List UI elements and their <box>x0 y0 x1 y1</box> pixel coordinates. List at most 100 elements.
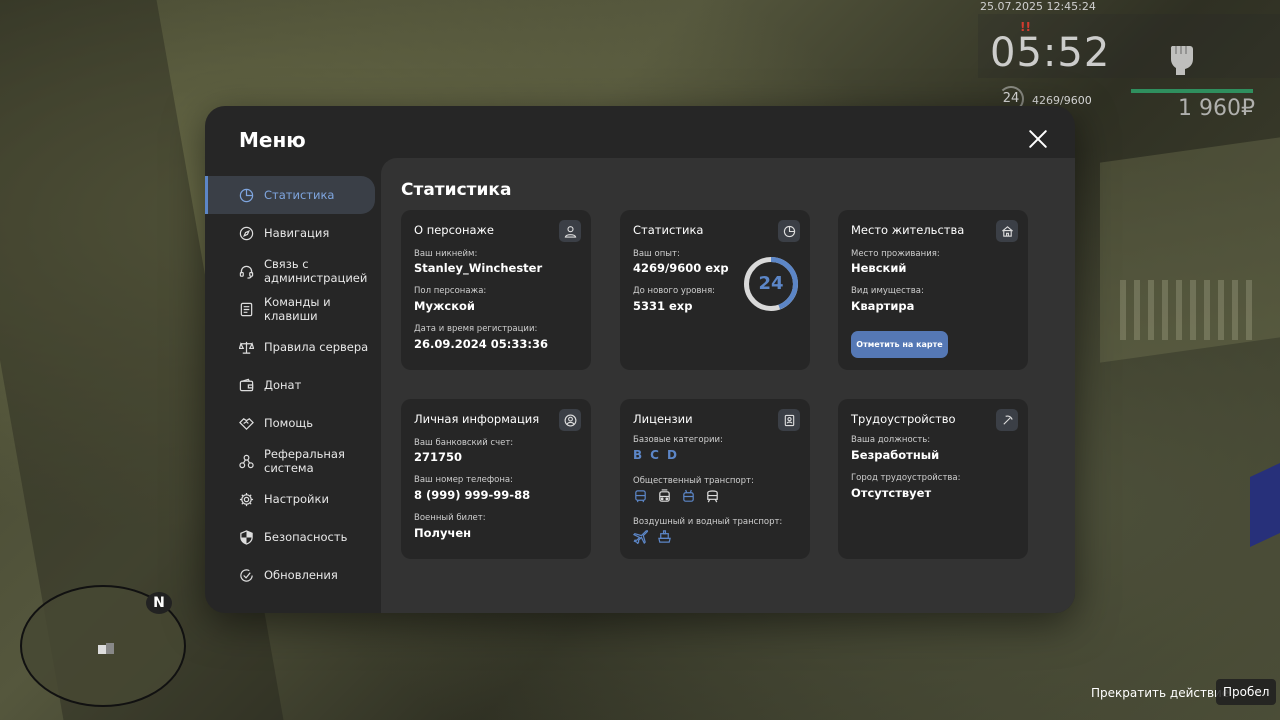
handshake-icon <box>239 416 254 431</box>
trolleybus-icon <box>683 489 694 502</box>
exp-label: Ваш опыт: <box>633 249 680 259</box>
card-stats: Статистика Ваш опыт: 4269/9600 exp До но… <box>620 210 810 370</box>
card-employment: Трудоустройство Ваша должность: Безработ… <box>838 399 1028 559</box>
public-transport-label: Общественный транспорт: <box>633 476 754 486</box>
bus-icon <box>635 490 646 503</box>
sidebar-item-label: Команды и клавиши <box>264 295 331 323</box>
military-label: Военный билет: <box>414 513 486 523</box>
sidebar-item-referral[interactable]: Реферальная система <box>205 442 381 480</box>
hud-datetime: 25.07.2025 12:45:24 <box>980 0 1096 13</box>
compass-icon <box>239 226 254 241</box>
house-icon <box>996 220 1018 242</box>
sidebar-item-label: Навигация <box>264 226 330 240</box>
air-water-transport-label: Воздушный и водный транспорт: <box>633 517 783 527</box>
card-title: Личная информация <box>414 412 540 426</box>
minimap-north-label: N <box>146 592 172 614</box>
menu-title: Меню <box>239 128 306 152</box>
card-residence: Место жительства Место проживания: Невск… <box>838 210 1028 370</box>
license-category-d: D <box>666 448 677 462</box>
stop-action-label: Прекратить действие <box>1091 686 1230 700</box>
ship-icon <box>658 530 671 543</box>
card-title: Место жительства <box>851 223 965 237</box>
sidebar-item-label: Реферальная система <box>264 447 345 475</box>
gender-label: Пол персонажа: <box>414 286 487 296</box>
license-category-b: B <box>633 448 643 462</box>
sidebar-item-statistics[interactable]: Статистика <box>205 176 375 214</box>
user-icon <box>559 220 581 242</box>
sidebar-item-label: Обновления <box>264 568 338 582</box>
property-value: Квартира <box>851 299 915 313</box>
place-value: Невский <box>851 261 907 275</box>
pie-chart-icon <box>778 220 800 242</box>
phone-label: Ваш номер телефона: <box>414 475 513 485</box>
menu-window: Меню Статистика Навигация Связь с админи… <box>205 106 1075 613</box>
next-level-value: 5331 exp <box>633 299 693 313</box>
level-value: 24 <box>758 273 784 294</box>
nickname-label: Ваш никнейм: <box>414 249 478 259</box>
military-value: Получен <box>414 526 472 540</box>
airplane-icon <box>633 530 648 544</box>
card-title: Трудоустройство <box>851 412 956 426</box>
position-label: Ваша должность: <box>851 435 931 445</box>
sidebar-item-admin-contact[interactable]: Связь с администрацией <box>205 252 381 290</box>
next-level-label: До нового уровня: <box>633 286 716 296</box>
position-value: Безработный <box>851 448 940 462</box>
hud-money: 1 960₽ <box>1178 96 1255 121</box>
sidebar-item-label: Безопасность <box>264 530 348 544</box>
shield-icon <box>239 529 254 545</box>
pickaxe-icon <box>996 409 1018 431</box>
hud-game-time: 05:52 <box>990 30 1111 76</box>
fist-icon <box>1170 46 1193 75</box>
card-character: О персонаже Ваш никнейм: Stanley_Winches… <box>401 210 591 370</box>
employment-city-label: Город трудоустройства: <box>851 473 961 483</box>
card-licenses: Лицензии Базовые категории: B C D Общест… <box>620 399 810 559</box>
base-categories-label: Базовые категории: <box>633 435 723 445</box>
exp-value: 4269/9600 exp <box>633 261 729 275</box>
user-circle-icon <box>559 409 581 431</box>
sidebar-item-label: Настройки <box>264 492 329 506</box>
sidebar: Статистика Навигация Связь с администрац… <box>205 176 381 594</box>
sidebar-item-label: Связь с администрацией <box>264 257 368 285</box>
sidebar-item-label: Донат <box>264 378 302 392</box>
document-icon <box>239 302 254 317</box>
registration-label: Дата и время регистрации: <box>414 324 538 334</box>
sidebar-item-server-rules[interactable]: Правила сервера <box>205 328 381 366</box>
minimap-player-marker-icon <box>98 643 114 654</box>
sidebar-item-navigation[interactable]: Навигация <box>205 214 381 252</box>
gear-icon <box>239 492 254 507</box>
gender-value: Мужской <box>414 299 475 313</box>
bank-value: 271750 <box>414 450 463 464</box>
nickname-value: Stanley_Winchester <box>414 261 543 275</box>
sidebar-item-label: Статистика <box>264 188 335 202</box>
id-card-icon <box>778 409 800 431</box>
wallet-icon <box>239 378 254 393</box>
hud-health-bar <box>1131 89 1253 93</box>
close-icon[interactable] <box>1027 128 1049 150</box>
mark-on-map-button[interactable]: Отметить на карте <box>851 331 948 358</box>
phone-value: 8 (999) 999-99-88 <box>414 488 531 502</box>
world-radiator <box>1120 280 1260 340</box>
sidebar-item-security[interactable]: Безопасность <box>205 518 381 556</box>
sidebar-item-label: Правила сервера <box>264 340 369 354</box>
check-circle-icon <box>239 568 254 583</box>
hud: 25.07.2025 12:45:24 !! 05:52 24 4269/960… <box>978 0 1280 121</box>
employment-city-value: Отсутствует <box>851 486 932 500</box>
content-title: Статистика <box>401 180 512 200</box>
card-personal: Личная информация Ваш банковский счет: 2… <box>401 399 591 559</box>
registration-value: 26.09.2024 05:33:36 <box>414 337 548 351</box>
license-categories: B C D <box>633 448 677 462</box>
scales-icon <box>239 340 254 355</box>
network-icon <box>239 454 254 469</box>
sidebar-item-settings[interactable]: Настройки <box>205 480 381 518</box>
sidebar-item-help[interactable]: Помощь <box>205 404 381 442</box>
card-title: О персонаже <box>414 223 494 237</box>
subway-icon <box>707 490 718 503</box>
space-key-button[interactable]: Пробел <box>1216 679 1277 705</box>
card-title: Лицензии <box>633 412 693 426</box>
headset-icon <box>239 264 254 279</box>
world-object <box>1250 463 1280 547</box>
sidebar-item-donate[interactable]: Донат <box>205 366 381 404</box>
sidebar-item-updates[interactable]: Обновления <box>205 556 381 594</box>
air-water-transport-icons <box>633 529 672 544</box>
sidebar-item-commands[interactable]: Команды и клавиши <box>205 290 381 328</box>
